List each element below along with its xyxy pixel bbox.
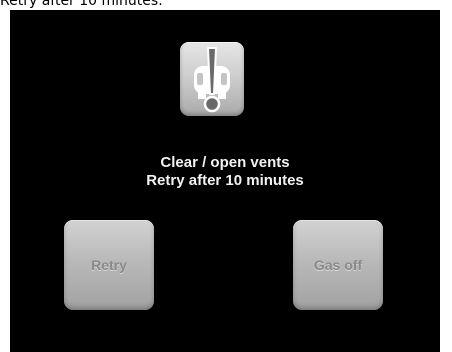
device-screen: Clear / open vents Retry after 10 minute… bbox=[10, 10, 440, 352]
boiler-alert-icon bbox=[180, 42, 244, 116]
status-message: Clear / open vents Retry after 10 minute… bbox=[10, 154, 440, 190]
gas-off-button[interactable]: Gas off bbox=[293, 220, 383, 310]
retry-button-label: Retry bbox=[91, 257, 127, 273]
retry-button[interactable]: Retry bbox=[64, 220, 154, 310]
boiler-glyph-icon bbox=[194, 47, 230, 113]
page: Retry after 10 minutes. Clear / open ven… bbox=[0, 0, 452, 352]
caption-text: Retry after 10 minutes. bbox=[0, 0, 163, 9]
status-message-line-2: Retry after 10 minutes bbox=[146, 172, 304, 189]
status-message-line-1: Clear / open vents bbox=[160, 154, 290, 171]
gas-off-button-label: Gas off bbox=[313, 257, 363, 273]
